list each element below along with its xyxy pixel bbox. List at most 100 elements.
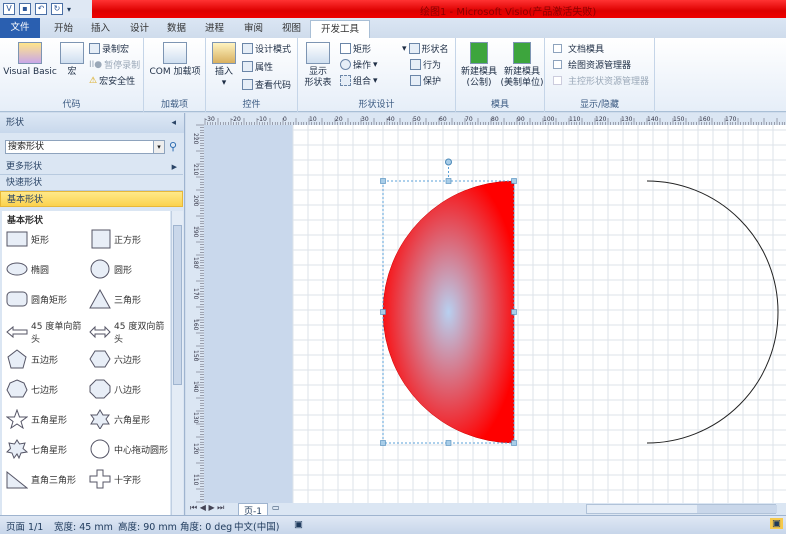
shape-item[interactable]: 圆形 — [89, 259, 173, 279]
ruler-label: 10 — [309, 116, 317, 123]
master-explorer-checkbox[interactable]: 主控形状资源管理器 — [553, 74, 649, 87]
customize-icon[interactable]: ▾ — [67, 5, 71, 14]
visio-icon[interactable]: V — [3, 3, 15, 15]
shape-item[interactable]: 六角星形 — [89, 409, 173, 429]
group-show-hide: 文档模具 绘图资源管理器 主控形状资源管理器 显示/隐藏 — [545, 38, 655, 112]
shape-item[interactable]: 正方形 — [89, 229, 173, 249]
tab-home[interactable]: 开始 — [54, 20, 73, 38]
shape-item[interactable]: 直角三角形 — [6, 469, 90, 489]
resize-handle[interactable] — [511, 440, 517, 446]
drawing-surface[interactable]: -30 -20 -10 0 10 20 30 40 50 60 70 80 90 100 110 120 130… — [186, 113, 786, 503]
resize-handle[interactable] — [511, 178, 517, 184]
macro-button[interactable]: 宏 — [60, 42, 84, 78]
status-angle: 角度: 0 deg — [180, 522, 233, 533]
drawing-explorer-checkbox[interactable]: 绘图资源管理器 — [553, 58, 631, 71]
shape-item[interactable]: 中心拖动圆形 — [89, 439, 173, 459]
search-icon[interactable]: ⚲ — [169, 140, 177, 153]
ruler-label: 210 — [192, 164, 199, 176]
shape-item[interactable]: 八边形 — [89, 379, 173, 399]
collapse-icon[interactable]: ◂ — [171, 113, 176, 133]
tab-view[interactable]: 视图 — [282, 20, 301, 38]
ribbon: Visual Basic 宏 录制宏 II● 暂停录制 ⚠ 宏安全性 代码 COM … — [0, 38, 786, 112]
shape-preview-icon — [90, 409, 110, 429]
ruler-label: 140 — [647, 116, 659, 123]
operations-button[interactable]: 操作 ▾ — [340, 58, 378, 71]
scroll-thumb[interactable] — [697, 505, 777, 513]
pause-recording-button[interactable]: II● 暂停录制 — [89, 58, 140, 72]
shape-item[interactable]: 五边形 — [6, 349, 90, 369]
protect-button[interactable]: 保护 — [410, 74, 441, 87]
new-stencil-metric-button[interactable]: 新建模具 (公制) — [458, 42, 500, 89]
tab-review[interactable]: 审阅 — [244, 20, 263, 38]
group-button[interactable]: 组合 ▾ — [340, 74, 378, 87]
resize-handle[interactable] — [380, 178, 386, 184]
ribbon-tabs: 文件 开始 插入 设计 数据 进程 审阅 视图 开发工具 — [0, 18, 786, 39]
shape-preview-icon — [89, 325, 111, 339]
resize-handle[interactable] — [511, 309, 517, 315]
dropdown-icon[interactable]: ▾ — [153, 141, 164, 153]
shape-item[interactable]: 圆角矩形 — [6, 289, 90, 309]
tab-insert[interactable]: 插入 — [91, 20, 110, 38]
save-icon[interactable]: ▪ — [19, 3, 31, 15]
shape-item[interactable]: 三角形 — [89, 289, 173, 309]
status-language[interactable]: 中文(中国) — [234, 519, 279, 533]
stencil-scrollbar[interactable] — [171, 211, 183, 515]
shape-item[interactable]: 45 度单向箭头 — [6, 319, 90, 345]
shape-item[interactable]: 五角星形 — [6, 409, 90, 429]
shape-preview-icon — [89, 289, 111, 309]
tab-data[interactable]: 数据 — [167, 20, 186, 38]
page-nav-icons[interactable]: ⏮ ◀ ▶ ⏭ — [190, 503, 224, 513]
new-stencil-us-button[interactable]: 新建模具 (美制单位) — [500, 42, 544, 89]
resize-handle[interactable] — [445, 440, 452, 446]
shape-name-button[interactable]: ▾ 形状名 — [402, 42, 449, 55]
insert-control-button[interactable]: 插入 ▾ — [210, 42, 238, 89]
ruler-label: 90 — [517, 116, 525, 123]
more-shapes-item[interactable]: 更多形状 ▶ — [0, 159, 183, 175]
shape-item[interactable]: 45 度双向箭头 — [89, 319, 173, 345]
resize-handle[interactable] — [380, 309, 386, 315]
shape-item[interactable]: 七边形 — [6, 379, 90, 399]
basic-shapes-item[interactable]: 基本形状 — [0, 191, 183, 207]
show-shapesheet-button[interactable]: 显示 形状表 — [300, 42, 336, 89]
macro-record-icon[interactable]: ▣ — [294, 519, 303, 530]
scroll-thumb[interactable] — [173, 225, 182, 385]
tab-process[interactable]: 进程 — [205, 20, 224, 38]
rotation-handle[interactable] — [445, 158, 452, 166]
tab-design[interactable]: 设计 — [130, 20, 149, 38]
com-addins-button[interactable]: COM 加载项 — [146, 42, 204, 78]
view-mode-icon[interactable]: ▣ — [770, 518, 783, 529]
ruler-label: 170 — [192, 288, 199, 300]
search-shapes-input[interactable]: 搜索形状 ▾ — [5, 140, 165, 154]
quick-shapes-item[interactable]: 快速形状 — [0, 175, 183, 191]
shape-item[interactable]: 七角星形 — [6, 439, 90, 459]
insert-page-icon[interactable]: ▭ — [272, 503, 280, 512]
record-macro-button[interactable]: 录制宏 — [89, 42, 129, 55]
drawing-canvas[interactable]: -30 -20 -10 0 10 20 30 40 50 60 70 80 90 100 110 120 130… — [186, 113, 786, 503]
ruler-label: 50 — [413, 116, 421, 123]
rectangle-icon — [340, 43, 351, 54]
status-page[interactable]: 页面 1/1 — [6, 519, 43, 533]
view-code-button[interactable]: 查看代码 — [242, 78, 291, 91]
undo-icon[interactable]: ↶ — [35, 3, 47, 15]
tab-developer[interactable]: 开发工具 — [310, 20, 371, 39]
document-stencil-checkbox[interactable]: 文档模具 — [553, 42, 604, 55]
horizontal-scrollbar[interactable] — [586, 504, 777, 514]
shape-item[interactable]: 椭圆 — [6, 259, 90, 279]
shape-item[interactable]: 六边形 — [89, 349, 173, 369]
behavior-button[interactable]: 行为 — [410, 58, 441, 71]
visual-basic-button[interactable]: Visual Basic — [3, 42, 57, 78]
tab-file[interactable]: 文件 — [0, 18, 40, 38]
ruler-label: 130 — [621, 116, 633, 123]
resize-handle[interactable] — [445, 178, 452, 184]
shape-preview-icon — [6, 231, 28, 247]
redo-icon[interactable]: ↻ — [51, 3, 63, 15]
ruler-label: 30 — [361, 116, 369, 123]
properties-button[interactable]: 属性 — [242, 60, 273, 73]
shape-preview-icon — [6, 439, 28, 459]
shape-item[interactable]: 矩形 — [6, 229, 90, 249]
rectangle-button[interactable]: 矩形 — [340, 42, 371, 55]
shape-item[interactable]: 十字形 — [89, 469, 173, 489]
macro-security-button[interactable]: ⚠ 宏安全性 — [89, 74, 135, 88]
design-mode-button[interactable]: 设计模式 — [242, 42, 291, 55]
resize-handle[interactable] — [380, 440, 386, 446]
